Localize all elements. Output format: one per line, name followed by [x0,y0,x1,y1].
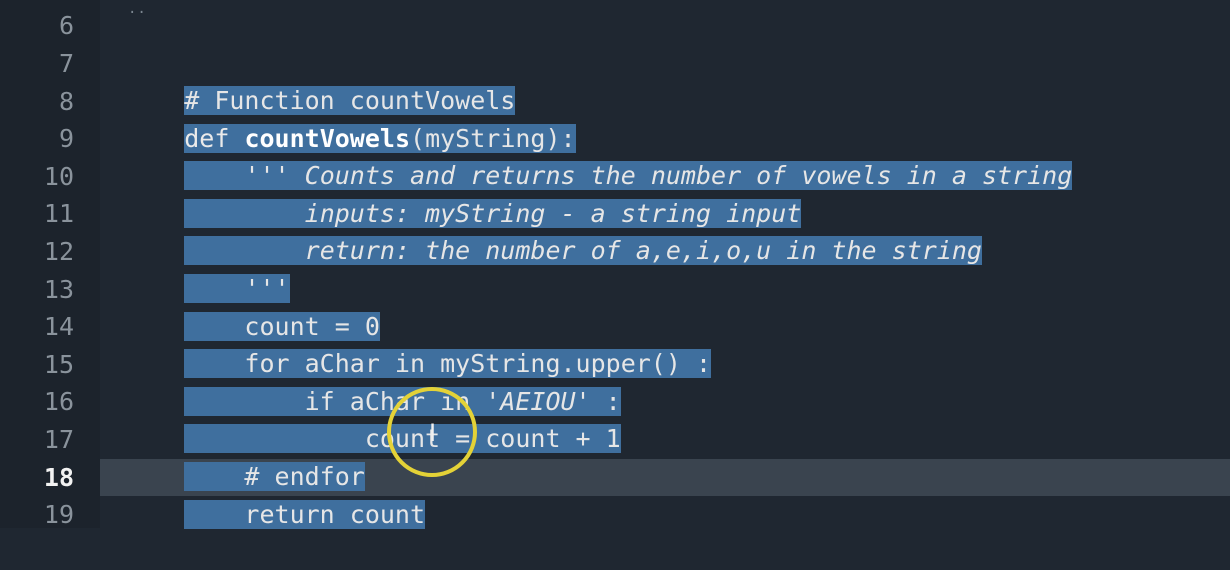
line-number: 10 [43,162,74,191]
line-number-active: 18 [43,463,74,492]
line-number: 17 [43,425,74,454]
line-number: 14 [43,312,74,341]
code-text: return count [184,500,426,529]
line-number: 12 [43,237,74,266]
code-line-18[interactable]: return count [124,459,426,529]
code-line-16[interactable]: count = count + 1 [124,383,621,453]
text-cursor-icon: I [429,419,437,447]
line-number: 19 [43,500,74,529]
code-line-13[interactable]: count = 0 [124,271,380,341]
code-line-14[interactable]: for aChar in myString.upper() : [124,308,712,378]
line-number: 7 [58,49,74,78]
code-line-17[interactable]: # endfor [124,421,365,491]
line-number: 9 [58,124,74,153]
line-number: 11 [43,199,74,228]
code-line-9[interactable]: ''' Counts and returns the number of vow… [124,120,1073,190]
code-line-15[interactable]: if aChar in 'AEIOU' : [124,346,621,416]
code-line-11[interactable]: return: the number of a,e,i,o,u in the s… [124,195,982,265]
code-line-7[interactable]: # Function countVowels [124,45,516,115]
line-number: 16 [43,387,74,416]
docstring-text: return: the number of a,e,i,o,u in the s… [304,236,982,265]
code-line-10[interactable]: inputs: myString - a string input [124,158,802,228]
line-number: 15 [43,350,74,379]
code-line-12[interactable]: ''' [124,233,290,303]
line-number-gutter: 6 7 8 9 10 11 12 13 14 15 16 17 18 19 [0,0,100,529]
line-number: 8 [58,87,74,116]
code-line-8[interactable]: def countVowels(myString): [124,83,576,153]
line-number: 6 [58,11,74,40]
code-editor[interactable]: 6 7 8 9 10 11 12 13 14 15 16 17 18 19 ..… [0,0,1230,529]
line-number: 13 [43,275,74,304]
fold-marker: .. [128,1,147,17]
